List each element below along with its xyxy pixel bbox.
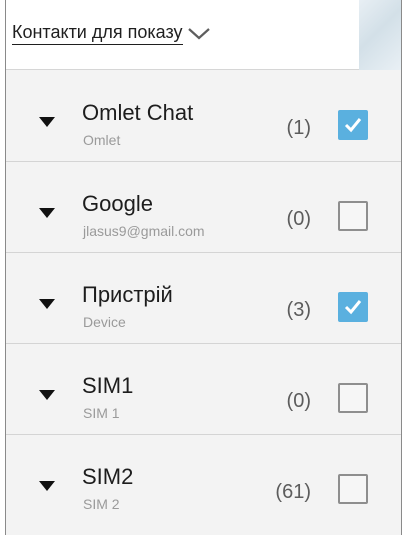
account-row-sim1[interactable]: SIM1 SIM 1 (0) <box>6 344 401 435</box>
contacts-filter-dropdown[interactable]: Контакти для показу <box>12 20 212 46</box>
account-row-sim2[interactable]: SIM2 SIM 2 (61) <box>6 435 401 526</box>
account-title: Пристрій <box>82 282 173 307</box>
account-row-device[interactable]: Пристрій Device (3) <box>6 253 401 344</box>
account-row-google[interactable]: Google jlasus9@gmail.com (0) <box>6 162 401 253</box>
checkmark-icon <box>344 118 362 133</box>
account-subtitle: Device <box>83 314 126 330</box>
checkmark-icon <box>344 300 362 315</box>
visibility-checkbox[interactable] <box>338 383 368 413</box>
expand-arrow-icon[interactable] <box>39 481 55 491</box>
header: Контакти для показу <box>6 0 401 70</box>
account-title: SIM2 <box>82 464 134 489</box>
chevron-down-icon <box>187 28 210 40</box>
dropdown-label: Контакти для показу <box>12 22 183 45</box>
expand-arrow-icon[interactable] <box>39 390 55 400</box>
visibility-checkbox[interactable] <box>338 201 368 231</box>
account-title: Omlet Chat <box>82 100 194 125</box>
expand-arrow-icon[interactable] <box>39 299 55 309</box>
expand-arrow-icon[interactable] <box>39 208 55 218</box>
visibility-checkbox[interactable] <box>338 292 368 322</box>
account-row-omlet[interactable]: Omlet Chat Omlet (1) <box>6 71 401 162</box>
account-subtitle: SIM 1 <box>83 405 120 421</box>
visibility-checkbox[interactable] <box>338 110 368 140</box>
contact-count: (3) <box>286 299 311 321</box>
contact-count: (1) <box>286 117 311 139</box>
account-list: Omlet Chat Omlet (1) Google jlasus9@gmai… <box>6 71 401 526</box>
contact-count: (61) <box>275 481 311 503</box>
account-title: Google <box>82 191 153 216</box>
contact-count: (0) <box>286 390 311 412</box>
account-title: SIM1 <box>82 373 134 398</box>
contact-count: (0) <box>286 208 311 230</box>
account-subtitle: jlasus9@gmail.com <box>83 223 205 239</box>
account-subtitle: SIM 2 <box>83 496 120 512</box>
header-background <box>359 0 401 70</box>
expand-arrow-icon[interactable] <box>39 117 55 127</box>
visibility-checkbox[interactable] <box>338 474 368 504</box>
account-subtitle: Omlet <box>83 132 121 148</box>
screen-frame: Контакти для показу Omlet Chat Omlet (1)… <box>5 0 402 535</box>
